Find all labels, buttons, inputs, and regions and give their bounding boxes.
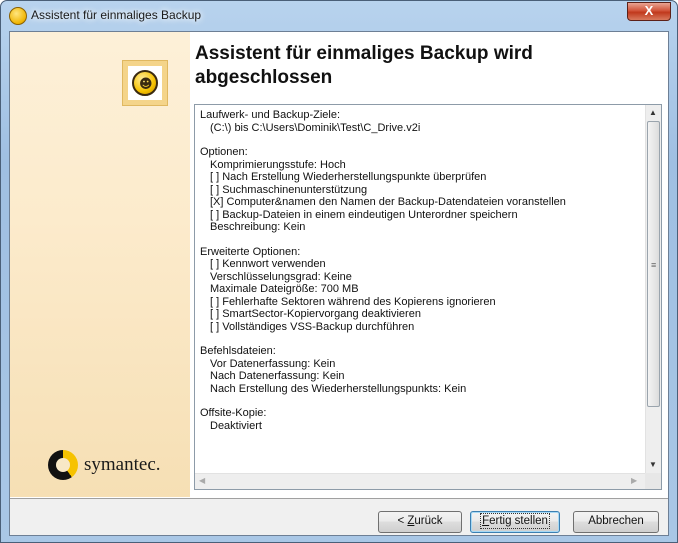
finish-button[interactable]: Fertig stellen [470, 511, 560, 533]
summary-option: [X] Computer&namen den Namen der Backup-… [210, 196, 566, 208]
scrollbar-corner [645, 473, 661, 489]
summary-option: Maximale Dateigröße: 700 MB [210, 283, 359, 295]
wizard-sidebar: ☻ symantec. [10, 32, 190, 497]
grip-icon: ≡ [651, 260, 657, 270]
summary-option: [ ] Suchmaschinenunterstützung [210, 183, 368, 196]
summary-value: (C:\) bis C:\Users\Dominik\Test\C_Drive.… [210, 121, 421, 134]
dialog-window: Assistent für einmaliges Backup X ☻ syma… [0, 0, 678, 543]
vertical-scrollbar[interactable]: ▲ ≡ ▼ [645, 105, 661, 474]
summary-option: Komprimierungsstufe: Hoch [210, 158, 346, 171]
summary-option: Nach Datenerfassung: Kein [210, 370, 345, 382]
summary-option: Verschlüsselungsgrad: Keine [210, 270, 352, 283]
summary-option: Vor Datenerfassung: Kein [210, 357, 336, 370]
button-bar: < Zurück Fertig stellen Abbrechen [10, 498, 668, 535]
horizontal-scrollbar[interactable]: ◀ ▶ [195, 473, 661, 489]
summary-option: [ ] Fehlerhafte Sektoren während des Kop… [210, 295, 496, 308]
norton-ghost-logo-icon: ☻ [122, 60, 168, 106]
cancel-button[interactable]: Abbrechen [573, 511, 659, 533]
summary-label: Befehlsdateien: [200, 345, 276, 357]
scroll-up-arrow-icon[interactable]: ▲ [649, 108, 657, 117]
summary-option: Nach Erstellung des Wiederherstellungspu… [210, 382, 467, 395]
summary-option: [ ] Nach Erstellung Wiederherstellungspu… [210, 171, 487, 183]
back-button[interactable]: < Zurück [378, 511, 462, 533]
title-bar[interactable]: Assistent für einmaliges Backup X [1, 1, 677, 31]
summary-label: Laufwerk- und Backup-Ziele: [200, 109, 341, 121]
summary-label: Offsite-Kopie: [200, 407, 267, 419]
summary-label: Optionen: [200, 146, 248, 158]
close-button[interactable]: X [627, 2, 671, 21]
summary-option: Beschreibung: Kein [210, 221, 306, 233]
summary-option: [ ] Backup-Dateien in einem eindeutigen … [210, 208, 518, 221]
summary-content: Laufwerk- und Backup-Ziele: (C:\) bis C:… [200, 109, 640, 432]
summary-option: [ ] Kennwort verwenden [210, 258, 326, 270]
scrollbar-thumb[interactable]: ≡ [647, 121, 660, 407]
page-title: Assistent für einmaliges Backup wird abg… [195, 43, 533, 88]
window-title: Assistent für einmaliges Backup [31, 8, 202, 22]
scroll-left-arrow-icon[interactable]: ◀ [199, 476, 205, 485]
brand-name: symantec. [84, 454, 161, 475]
summary-option: [ ] Vollständiges VSS-Backup durchführen [210, 320, 415, 333]
summary-value: Deaktiviert [210, 419, 262, 432]
summary-label: Erweiterte Optionen: [200, 245, 301, 258]
summary-textbox[interactable]: Laufwerk- und Backup-Ziele: (C:\) bis C:… [194, 104, 662, 490]
summary-option: [ ] SmartSector-Kopiervorgang deaktivier… [210, 308, 421, 320]
scroll-down-arrow-icon[interactable]: ▼ [649, 460, 657, 469]
dialog-client-area: ☻ symantec. Assistent für einmaliges Bac… [9, 31, 669, 536]
norton-ghost-icon [9, 7, 27, 25]
scroll-right-arrow-icon[interactable]: ▶ [631, 476, 637, 485]
wizard-main-panel: Assistent für einmaliges Backup wird abg… [190, 32, 668, 497]
symantec-logo-icon: symantec. [48, 450, 178, 482]
